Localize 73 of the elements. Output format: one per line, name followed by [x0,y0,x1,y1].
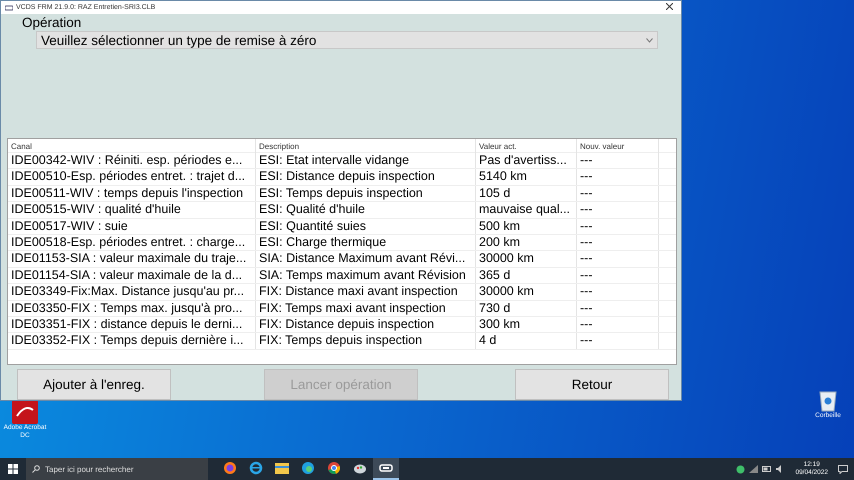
shield-icon [736,464,746,474]
table-cell: --- [577,316,659,332]
table-cell: 730 d [476,300,577,316]
search-field[interactable]: Taper ici pour rechercher [26,458,208,480]
table-cell: FIX: Temps depuis inspection [256,333,476,349]
table-cell: IDE03352-FIX : Temps depuis dernière i... [8,333,256,349]
table-cell: --- [577,268,659,284]
table-cell: IDE00515-WIV : qualité d'huile [8,202,256,218]
table-cell: 4 d [476,333,577,349]
table-cell: FIX: Temps maxi avant inspection [256,300,476,316]
table-cell: IDE00511-WIV : temps depuis l'inspection [8,186,256,202]
battery-icon [762,466,772,472]
table-cell: --- [577,234,659,250]
table-cell: --- [577,218,659,234]
table-cell: IDE00517-WIV : suie [8,218,256,234]
search-icon [32,465,40,473]
table-cell: 200 km [476,234,577,250]
table-cell: IDE00510-Esp. périodes entret. : trajet d... [8,169,256,185]
table-cell: IDE01154-SIA : valeur maximale de la d... [8,268,256,284]
browser-icon [249,461,263,475]
table-cell: ESI: Distance depuis inspection [256,169,476,185]
table-cell: Pas d'avertiss... [476,153,577,168]
action-button[interactable]: Retour [515,369,669,400]
table-cell: --- [577,300,659,316]
table-cell: 500 km [476,218,577,234]
document-icon [12,400,38,424]
operation-label: Opération [22,15,82,30]
action-button[interactable]: Ajouter à l'enreg. [17,369,171,400]
table-cell: ESI: Quantité suies [256,218,476,234]
table-cell: 30000 km [476,251,577,267]
reset-type-select[interactable]: Veuillez sélectionner un type de remise à zéro [36,31,658,49]
column-header: Canal [8,139,256,153]
column-header: Description [256,139,476,153]
table-cell: FIX: Distance maxi avant inspection [256,284,476,300]
column-header: Valeur act. [476,139,577,153]
table-cell: 30000 km [476,284,577,300]
column-header: Nouv. valeur [577,139,659,153]
table-cell: ESI: Etat intervalle vidange [256,153,476,168]
app-icon [5,4,13,10]
browser-icon [301,461,315,475]
table-cell: FIX: Distance depuis inspection [256,316,476,332]
table-cell: 5140 km [476,169,577,185]
table-cell: --- [577,169,659,185]
notification-icon[interactable] [838,464,848,474]
table-cell: 300 km [476,316,577,332]
table-cell: ESI: Charge thermique [256,234,476,250]
table-cell: SIA: Distance Maximum avant Révi... [256,251,476,267]
table-cell: --- [577,284,659,300]
taskbar-app[interactable] [373,458,399,480]
table-cell: ESI: Temps depuis inspection [256,186,476,202]
table-cell: IDE01153-SIA : valeur maximale du traje... [8,251,256,267]
folder-icon [275,462,289,474]
table-cell: mauvaise qual... [476,202,577,218]
table-cell: 365 d [476,268,577,284]
table-cell: IDE03351-FIX : distance depuis le derni... [8,316,256,332]
chevron-down-icon [646,38,653,42]
close-icon [666,3,673,10]
table-cell: SIA: Temps maximum avant Révision [256,268,476,284]
table-cell: ESI: Qualité d'huile [256,202,476,218]
table-cell: 105 d [476,186,577,202]
table-cell: --- [577,251,659,267]
table-cell: --- [577,202,659,218]
cable-icon [379,462,393,474]
table-cell: --- [577,333,659,349]
table-cell: --- [577,186,659,202]
table-cell: IDE03349-Fix:Max. Distance jusqu'au pr... [8,284,256,300]
table-cell: IDE00518-Esp. périodes entret. : charge... [8,234,256,250]
table-cell: --- [577,153,659,168]
network-icon [749,465,758,473]
table-cell: IDE03350-FIX : Temps max. jusqu'à pro... [8,300,256,316]
table-cell: IDE00342-WIV : Réiniti. esp. périodes e... [8,153,256,168]
windows-icon [8,464,18,474]
browser-icon [327,461,341,475]
